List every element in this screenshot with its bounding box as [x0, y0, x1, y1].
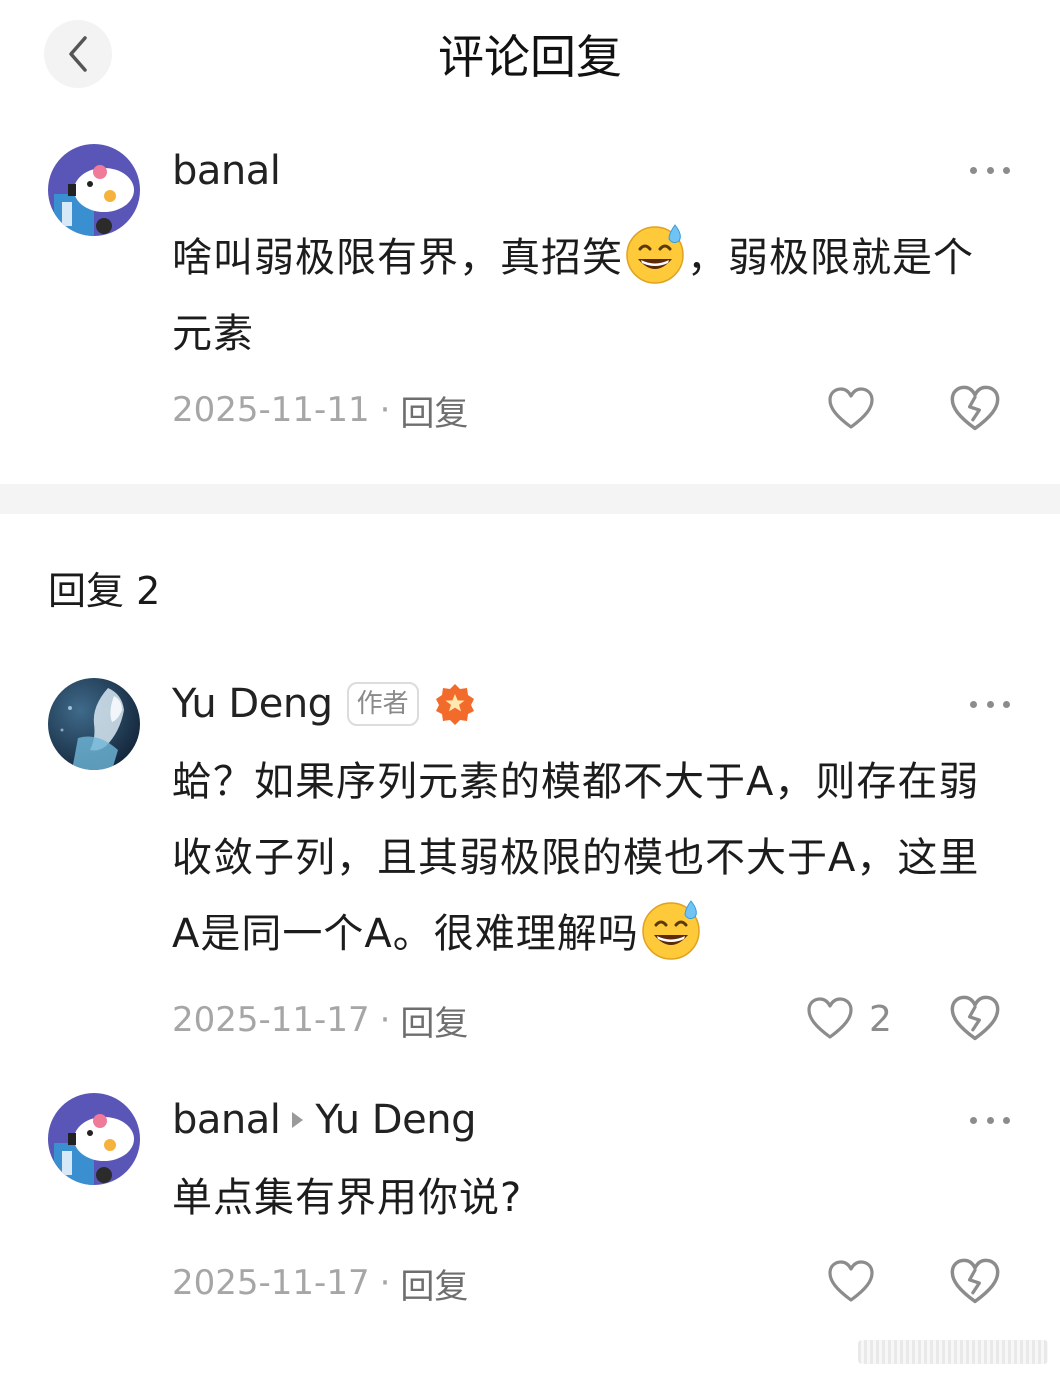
meta-separator: ·: [379, 1000, 391, 1040]
dot-icon: [1003, 166, 1010, 174]
author-name[interactable]: banal: [172, 148, 281, 194]
author-name[interactable]: banal: [172, 1097, 281, 1143]
watermark-strip: [858, 1340, 1048, 1364]
avatar-illustration-image: [48, 678, 140, 770]
avatar[interactable]: [48, 144, 140, 236]
dot-icon: [1003, 700, 1010, 708]
comment-date: 2025-11-17: [172, 1000, 370, 1040]
heart-icon: [828, 387, 874, 429]
dislike-button[interactable]: [948, 382, 1002, 436]
meta-separator: ·: [379, 390, 391, 430]
comment-text: 啥叫弱极限有界，真招笑 ，弱极限就是个元素: [172, 220, 1002, 372]
sweat-smile-emoji-icon: [641, 900, 700, 960]
top-bar: 评论回复: [0, 0, 1060, 115]
like-button[interactable]: [826, 384, 876, 434]
more-options-button[interactable]: [970, 1110, 1010, 1130]
comment-text-part: 蛤？如果序列元素的模都不大于A，则存在弱收敛子列，且其弱极限的模也不大于A，这里…: [172, 759, 980, 957]
reply-button[interactable]: 回复: [400, 1259, 468, 1308]
comment-meta: 2025-11-11 · 回复: [172, 385, 468, 435]
author-badge: 作者: [346, 682, 419, 726]
comment-meta: 2025-11-17 · 回复: [172, 1258, 468, 1308]
reply-button[interactable]: 回复: [400, 386, 468, 435]
comment-meta: 2025-11-17 · 回复: [172, 995, 468, 1045]
verified-badge-icon: [435, 684, 474, 725]
dot-icon: [986, 166, 994, 174]
like-button[interactable]: 2: [805, 994, 892, 1044]
comment-text-part: 啥叫弱极限有界，真招笑: [172, 235, 623, 281]
broken-heart-icon: [950, 995, 1000, 1041]
section-divider: [0, 484, 1060, 514]
author-line: banal Yu Deng: [172, 1092, 476, 1148]
avatar-cartoon-image: [48, 144, 140, 236]
like-count: 2: [869, 998, 892, 1040]
author-name[interactable]: Yu Deng: [172, 681, 333, 727]
reply-to-name[interactable]: Yu Deng: [315, 1097, 476, 1143]
heart-icon: [807, 997, 853, 1039]
dot-icon: [970, 166, 977, 174]
replies-count-heading: 回复 2: [48, 569, 161, 613]
dislike-button[interactable]: [948, 1255, 1002, 1309]
heart-icon: [828, 1260, 874, 1302]
dot-icon: [986, 700, 994, 708]
dot-icon: [970, 1116, 977, 1124]
avatar-cartoon-image: [48, 1093, 140, 1185]
page-title: 评论回复: [438, 30, 622, 84]
dot-icon: [970, 700, 977, 708]
broken-heart-icon: [950, 385, 1000, 431]
author-line: banal: [172, 143, 281, 199]
comment-text: 蛤？如果序列元素的模都不大于A，则存在弱收敛子列，且其弱极限的模也不大于A，这里…: [172, 744, 1002, 972]
dislike-button[interactable]: [948, 992, 1002, 1046]
sweat-smile-emoji-icon: [626, 224, 684, 284]
more-options-button[interactable]: [970, 160, 1010, 180]
like-button[interactable]: [826, 1257, 876, 1307]
comment-date: 2025-11-17: [172, 1263, 370, 1303]
dot-icon: [986, 1116, 994, 1124]
comment-text: 单点集有界用你说?: [172, 1175, 523, 1221]
dot-icon: [1003, 1116, 1010, 1124]
avatar[interactable]: [48, 678, 140, 770]
broken-heart-icon: [950, 1258, 1000, 1304]
meta-separator: ·: [379, 1263, 391, 1303]
comment-date: 2025-11-11: [172, 390, 370, 430]
avatar[interactable]: [48, 1093, 140, 1185]
more-options-button[interactable]: [970, 694, 1010, 714]
author-line: Yu Deng 作者: [172, 676, 477, 732]
reply-arrow-icon: [292, 1112, 304, 1128]
reply-button[interactable]: 回复: [400, 996, 468, 1045]
